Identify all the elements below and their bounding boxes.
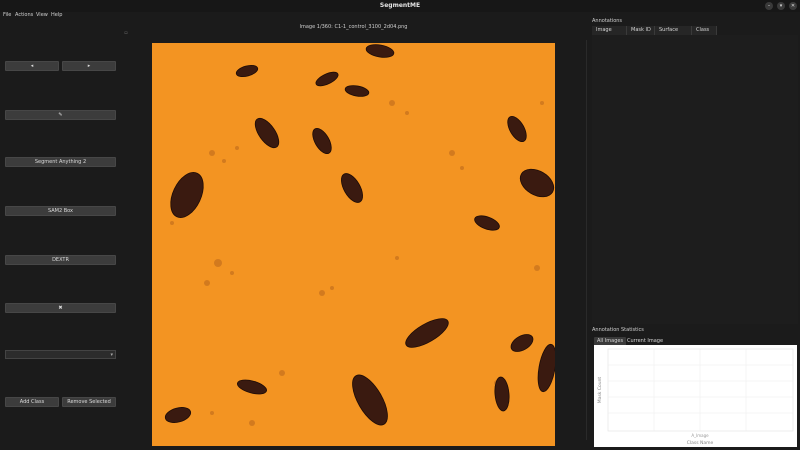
remove-selected-button[interactable]: Remove Selected [62, 397, 116, 407]
microscope-image [152, 43, 555, 446]
x-tick-label: A_Image [691, 433, 709, 438]
column-class[interactable]: Class [692, 26, 717, 35]
y-axis-label: Mask Count [597, 377, 603, 404]
image-caption: Image 1/360: C1-1_control_3100_2d04.png [299, 24, 408, 30]
menu-actions[interactable]: Actions [15, 12, 33, 19]
panel-float-icon[interactable]: ▫ [123, 30, 129, 36]
image-canvas[interactable] [152, 43, 555, 446]
statistics-chart: A_Image Class Name Mask Count [597, 348, 794, 446]
column-surface-area[interactable]: Surface Area [655, 26, 692, 42]
clear-button[interactable]: ✖ [5, 303, 116, 313]
tab-current-image[interactable]: Current Image [624, 337, 666, 345]
annotations-title: Annotations [592, 18, 623, 24]
menu-help[interactable]: Help [51, 12, 62, 19]
column-mask-id[interactable]: Mask ID [627, 26, 655, 35]
minimize-icon[interactable]: – [765, 2, 773, 10]
statistics-title: Annotation Statistics [592, 327, 644, 333]
next-image-button[interactable]: ▸ [62, 61, 116, 71]
menu-view[interactable]: View [36, 12, 48, 19]
window-title: SegmentME [379, 2, 421, 9]
segment-anything-2-button[interactable]: Segment Anything 2 [5, 157, 116, 167]
pencil-tool-button[interactable]: ✎ [5, 110, 116, 120]
annotations-table[interactable] [592, 35, 798, 324]
sam2-box-button[interactable]: SAM2 Box [5, 206, 116, 216]
previous-image-button[interactable]: ◂ [5, 61, 59, 71]
maximize-icon[interactable]: ▾ [777, 2, 785, 10]
chevron-down-icon: ▾ [110, 352, 113, 358]
statistics-plot: A_Image Class Name Mask Count [594, 345, 797, 447]
title-bar: SegmentME – ▾ ✕ [0, 0, 800, 12]
menu-file[interactable]: File [3, 12, 11, 19]
class-select[interactable]: ▾ [5, 350, 116, 359]
menu-bar: File Actions View Help [0, 12, 800, 20]
column-image-name[interactable]: Image Name [592, 26, 627, 42]
panel-splitter[interactable] [586, 40, 587, 440]
annotations-table-header: Image Name Mask ID Surface Area Class [592, 26, 798, 42]
tab-all-images[interactable]: All Images [594, 337, 627, 345]
x-axis-label: Class Name [687, 440, 714, 446]
dextr-button[interactable]: DEXTR [5, 255, 116, 265]
add-class-button[interactable]: Add Class [5, 397, 59, 407]
close-window-icon[interactable]: ✕ [789, 2, 797, 10]
